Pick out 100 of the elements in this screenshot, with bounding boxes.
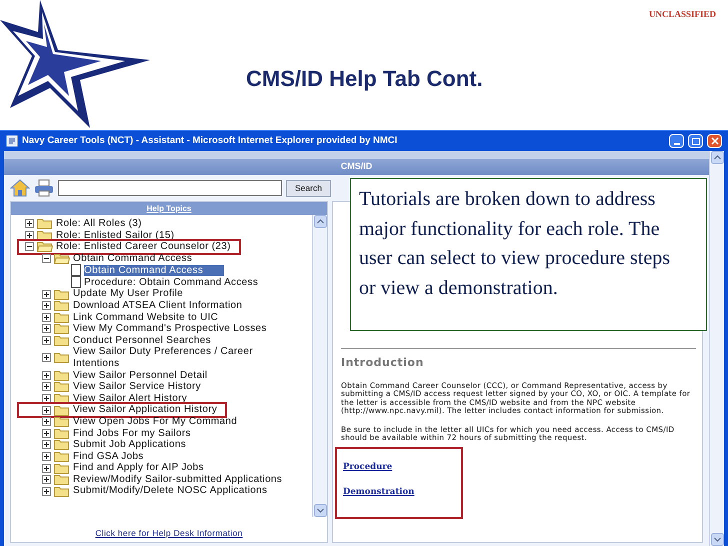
folder-icon [54, 416, 70, 428]
content-link[interactable]: Procedure [343, 461, 392, 474]
classification-label: UNCLASSIFIED [648, 8, 716, 21]
search-field[interactable] [58, 180, 282, 196]
tree-item[interactable]: Review/Modify Sailor-submitted Applications [73, 474, 282, 486]
home-icon[interactable] [10, 179, 30, 197]
content-link[interactable]: Demonstration [343, 486, 414, 499]
open-folder-icon [37, 241, 53, 252]
folder-icon [54, 393, 70, 404]
plus-icon [44, 338, 49, 344]
folder-icon [54, 404, 70, 416]
expand-toggle[interactable] [42, 324, 51, 334]
expand-toggle[interactable] [42, 406, 51, 415]
tree-item[interactable]: View My Command's Prospective Losses [73, 323, 267, 335]
plus-icon [44, 454, 49, 459]
tree-item[interactable]: Obtain Command Access [73, 252, 192, 264]
tree-item[interactable]: Find Jobs For my Sailors [73, 428, 191, 440]
plus-icon [44, 466, 49, 471]
expand-toggle[interactable] [42, 336, 51, 346]
browser-page-icon [6, 135, 18, 147]
expand-toggle[interactable] [42, 440, 51, 450]
expand-toggle[interactable] [42, 301, 51, 310]
tree-item[interactable]: Download ATSEA Client Information [73, 300, 242, 312]
scrollbar[interactable] [312, 215, 327, 517]
folder-icon [54, 486, 70, 497]
folder-icon [54, 462, 70, 474]
tree-item[interactable]: Submit Job Applications [73, 439, 186, 451]
minus-icon [27, 244, 32, 250]
folder-icon [54, 381, 70, 392]
folder-icon [54, 312, 70, 323]
folder-icon [54, 335, 70, 346]
tree-item[interactable]: View Sailor Service History [73, 381, 201, 393]
collapse-toggle[interactable] [42, 254, 51, 264]
plus-icon [44, 477, 49, 482]
scroll-down-icon[interactable] [710, 533, 724, 546]
tree-item[interactable]: Link Command Website to UIC [73, 312, 218, 324]
folder-icon [54, 439, 70, 450]
tree-item[interactable]: View Sailor Alert History [73, 392, 188, 404]
tree-item[interactable]: View Open Jobs For My Command [73, 416, 238, 428]
scrollbar[interactable] [709, 151, 724, 546]
plus-icon [44, 326, 49, 332]
folder-icon [54, 352, 70, 364]
expand-toggle[interactable] [42, 382, 51, 392]
plus-icon [44, 442, 49, 448]
plus-icon [27, 232, 32, 238]
tree-item[interactable]: Procedure: Obtain Command Access [84, 276, 258, 288]
expand-toggle[interactable] [42, 452, 51, 461]
window-title: Navy Career Tools (NCT) - Assistant - Microsoft Internet Explorer provided by NMCI [22, 134, 398, 148]
document-icon [71, 276, 81, 288]
callout-text: Tutorials are broken down to address major functionality for each role. The user can select to view procedure steps or view a demonstration. [359, 187, 671, 300]
plus-icon [44, 396, 49, 402]
expand-toggle[interactable] [42, 417, 51, 426]
collapse-toggle[interactable] [25, 242, 34, 252]
search-button[interactable]: Search [286, 180, 331, 196]
expand-toggle[interactable] [42, 428, 51, 438]
plus-icon [27, 221, 32, 226]
tree-item[interactable]: Find and Apply for AIP Jobs [73, 462, 204, 474]
folder-icon [37, 218, 53, 230]
folder-icon [54, 370, 70, 381]
content-heading: Introduction [341, 355, 425, 371]
tree-item[interactable]: Role: Enlisted Sailor (15) [56, 230, 174, 242]
help-desk-link[interactable]: Click here for Help Desk Information [95, 527, 243, 540]
expand-toggle[interactable] [42, 475, 51, 484]
tree-item[interactable]: Submit/Modify/Delete NOSC Applications [73, 485, 268, 498]
tree-item[interactable]: Role: All Roles (3) [56, 218, 142, 230]
tree-item[interactable]: View Sailor Personnel Detail [73, 370, 208, 382]
printer-icon[interactable] [34, 179, 54, 197]
expand-toggle[interactable] [42, 464, 51, 473]
expand-toggle[interactable] [25, 219, 34, 228]
tree-item[interactable]: View Sailor Duty Preferences / Career Intentions [73, 346, 288, 370]
expand-toggle[interactable] [42, 290, 51, 299]
minimize-button[interactable] [669, 134, 684, 148]
close-icon [710, 137, 718, 145]
open-folder-icon [54, 253, 70, 264]
maximize-icon [692, 138, 700, 144]
plus-icon [44, 408, 49, 413]
close-button[interactable] [707, 134, 722, 148]
plus-icon [44, 355, 49, 360]
folder-icon [54, 450, 70, 462]
tree-item[interactable]: Find GSA Jobs [73, 450, 144, 462]
expand-toggle[interactable] [42, 370, 51, 380]
folder-icon [37, 230, 53, 241]
expand-toggle[interactable] [42, 312, 51, 322]
tree-item[interactable]: Update My User Profile [73, 288, 183, 300]
expand-toggle[interactable] [25, 230, 34, 240]
plus-icon [44, 488, 49, 494]
expand-toggle[interactable] [42, 353, 51, 362]
tree-item[interactable]: View Sailor Application History [73, 404, 218, 416]
maximize-button[interactable] [688, 134, 703, 148]
scroll-up-icon[interactable] [314, 215, 326, 228]
plus-icon [44, 303, 49, 308]
tree-item[interactable]: Role: Enlisted Career Counselor (23) [56, 241, 231, 253]
scroll-down-icon[interactable] [314, 504, 326, 517]
folder-icon [54, 323, 70, 334]
tree-item[interactable]: Conduct Personnel Searches [73, 334, 211, 346]
plus-icon [44, 419, 49, 424]
scroll-up-icon[interactable] [710, 151, 724, 164]
expand-toggle[interactable] [42, 486, 51, 496]
plus-icon [44, 384, 49, 390]
tree-item[interactable]: Obtain Command Access [84, 264, 224, 276]
